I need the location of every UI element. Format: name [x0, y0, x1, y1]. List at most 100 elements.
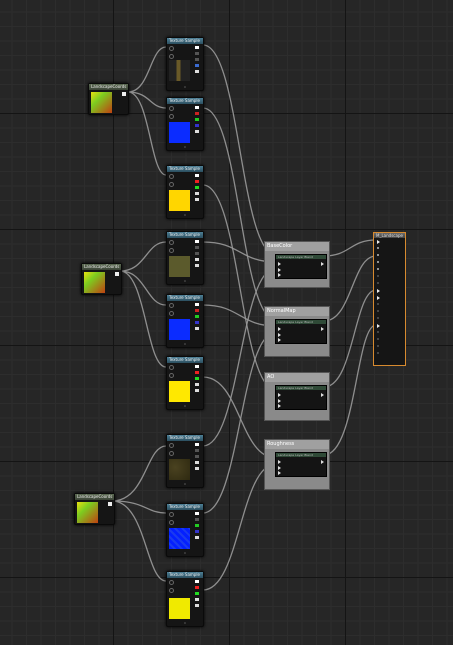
node-footer: 0 — [184, 621, 186, 625]
landscape-coords-node[interactable]: LandscapeCoords — [88, 83, 129, 115]
texture-preview — [169, 459, 190, 480]
input-pins[interactable] — [169, 512, 175, 528]
node-title: Roughness — [265, 440, 329, 449]
output-pin[interactable] — [321, 460, 324, 464]
texture-preview — [169, 190, 190, 211]
node-title: BaseColor — [265, 242, 329, 251]
input-pin[interactable] — [377, 352, 379, 354]
input-pin[interactable] — [278, 268, 281, 272]
input-pins[interactable] — [169, 303, 175, 319]
blend-body: Landscape Layer Blend — [275, 319, 327, 344]
output-pins[interactable] — [195, 443, 201, 473]
node-title: LandscapeCoords — [82, 264, 121, 270]
landscape-coords-node[interactable]: LandscapeCoords — [81, 263, 122, 295]
input-pin[interactable] — [377, 296, 380, 300]
input-pins[interactable] — [169, 174, 175, 190]
node-title: LandscapeCoords — [89, 84, 128, 90]
node-title: Texture Sample — [167, 504, 203, 510]
output-pins[interactable] — [195, 174, 201, 204]
output-pins[interactable] — [195, 240, 201, 270]
output-pins[interactable] — [195, 303, 201, 333]
input-pin[interactable] — [377, 331, 379, 333]
input-pin[interactable] — [377, 338, 379, 340]
input-pin[interactable] — [278, 338, 281, 342]
node-title: LandscapeCoords — [75, 494, 114, 500]
output-pin[interactable] — [108, 502, 112, 506]
node-title: Texture Sample — [167, 357, 203, 363]
input-pin[interactable] — [278, 327, 281, 331]
input-pin[interactable] — [377, 317, 379, 319]
output-pins[interactable] — [195, 46, 201, 76]
texture-sample-node[interactable]: Texture Sample 0 — [166, 356, 204, 410]
layer-blend-basecolor[interactable]: BaseColor Landscape Layer Blend — [264, 241, 330, 288]
input-pin[interactable] — [377, 240, 380, 244]
texture-sample-node[interactable]: Texture Sample 0 — [166, 571, 204, 627]
output-pins[interactable] — [195, 365, 201, 395]
blend-subtitle: Landscape Layer Blend — [276, 320, 326, 324]
node-title: Texture Sample — [167, 295, 203, 301]
input-pin[interactable] — [278, 333, 281, 337]
material-graph-canvas[interactable]: LandscapeCoords LandscapeCoords Landscap… — [0, 0, 453, 645]
texture-sample-node[interactable]: Texture Sample 0 — [166, 165, 204, 219]
input-pin[interactable] — [377, 303, 379, 305]
input-pin[interactable] — [278, 460, 281, 464]
coords-preview — [77, 502, 98, 523]
node-footer: 0 — [184, 213, 186, 217]
input-pin[interactable] — [377, 324, 380, 328]
output-pins[interactable] — [195, 580, 201, 610]
output-pin[interactable] — [115, 272, 119, 276]
node-title: Texture Sample — [167, 98, 203, 104]
texture-sample-node[interactable]: Texture Sample 0 — [166, 294, 204, 348]
landscape-coords-node[interactable]: LandscapeCoords — [74, 493, 115, 525]
node-footer: 0 — [184, 342, 186, 346]
input-pin[interactable] — [278, 262, 281, 266]
input-pins[interactable] — [169, 365, 175, 381]
layer-blend-roughness[interactable]: Roughness Landscape Layer Blend — [264, 439, 330, 490]
texture-sample-node[interactable]: Texture Sample 0 — [166, 97, 204, 151]
output-pin[interactable] — [321, 393, 324, 397]
texture-sample-node[interactable]: Texture Sample 0 — [166, 231, 204, 285]
layer-blend-normalmap[interactable]: NormalMap Landscape Layer Blend — [264, 306, 330, 357]
blend-body: Landscape Layer Blend — [275, 254, 327, 279]
output-pin[interactable] — [321, 327, 324, 331]
material-result-node[interactable]: M_Landscape — [373, 232, 406, 366]
node-title: AO — [265, 373, 329, 382]
input-pin[interactable] — [278, 404, 281, 408]
input-pins[interactable] — [169, 240, 175, 256]
blend-body: Landscape Layer Blend — [275, 452, 327, 477]
input-pin[interactable] — [377, 254, 379, 256]
node-footer: 0 — [184, 482, 186, 486]
input-pin[interactable] — [278, 399, 281, 403]
output-pins[interactable] — [195, 106, 201, 136]
input-pin[interactable] — [377, 289, 380, 293]
node-title: Texture Sample — [167, 232, 203, 238]
texture-preview — [169, 381, 190, 402]
node-footer: 0 — [184, 404, 186, 408]
output-pin[interactable] — [321, 262, 324, 266]
input-pin[interactable] — [377, 261, 379, 263]
texture-sample-node[interactable]: Texture Sample 0 — [166, 503, 204, 557]
input-pin[interactable] — [377, 310, 379, 312]
layer-blend-ao[interactable]: AO Landscape Layer Blend — [264, 372, 330, 421]
input-pin[interactable] — [377, 275, 379, 277]
input-pins[interactable] — [169, 106, 175, 122]
input-pin[interactable] — [377, 247, 379, 249]
input-pin[interactable] — [278, 273, 281, 277]
texture-sample-node[interactable]: Texture Sample 0 — [166, 37, 204, 91]
input-pin[interactable] — [278, 466, 281, 470]
input-pin[interactable] — [377, 268, 379, 270]
input-pin[interactable] — [377, 282, 379, 284]
output-pin[interactable] — [122, 92, 126, 96]
node-footer: 0 — [184, 551, 186, 555]
node-footer: 0 — [184, 85, 186, 89]
node-title: Texture Sample — [167, 38, 203, 44]
input-pins[interactable] — [169, 580, 175, 596]
blend-subtitle: Landscape Layer Blend — [276, 386, 326, 390]
input-pins[interactable] — [169, 443, 175, 459]
input-pin[interactable] — [278, 471, 281, 475]
input-pin[interactable] — [278, 393, 281, 397]
node-footer: 0 — [184, 279, 186, 283]
input-pin[interactable] — [377, 345, 379, 347]
texture-sample-node[interactable]: Texture Sample 0 — [166, 434, 204, 488]
output-pins[interactable] — [195, 512, 201, 542]
